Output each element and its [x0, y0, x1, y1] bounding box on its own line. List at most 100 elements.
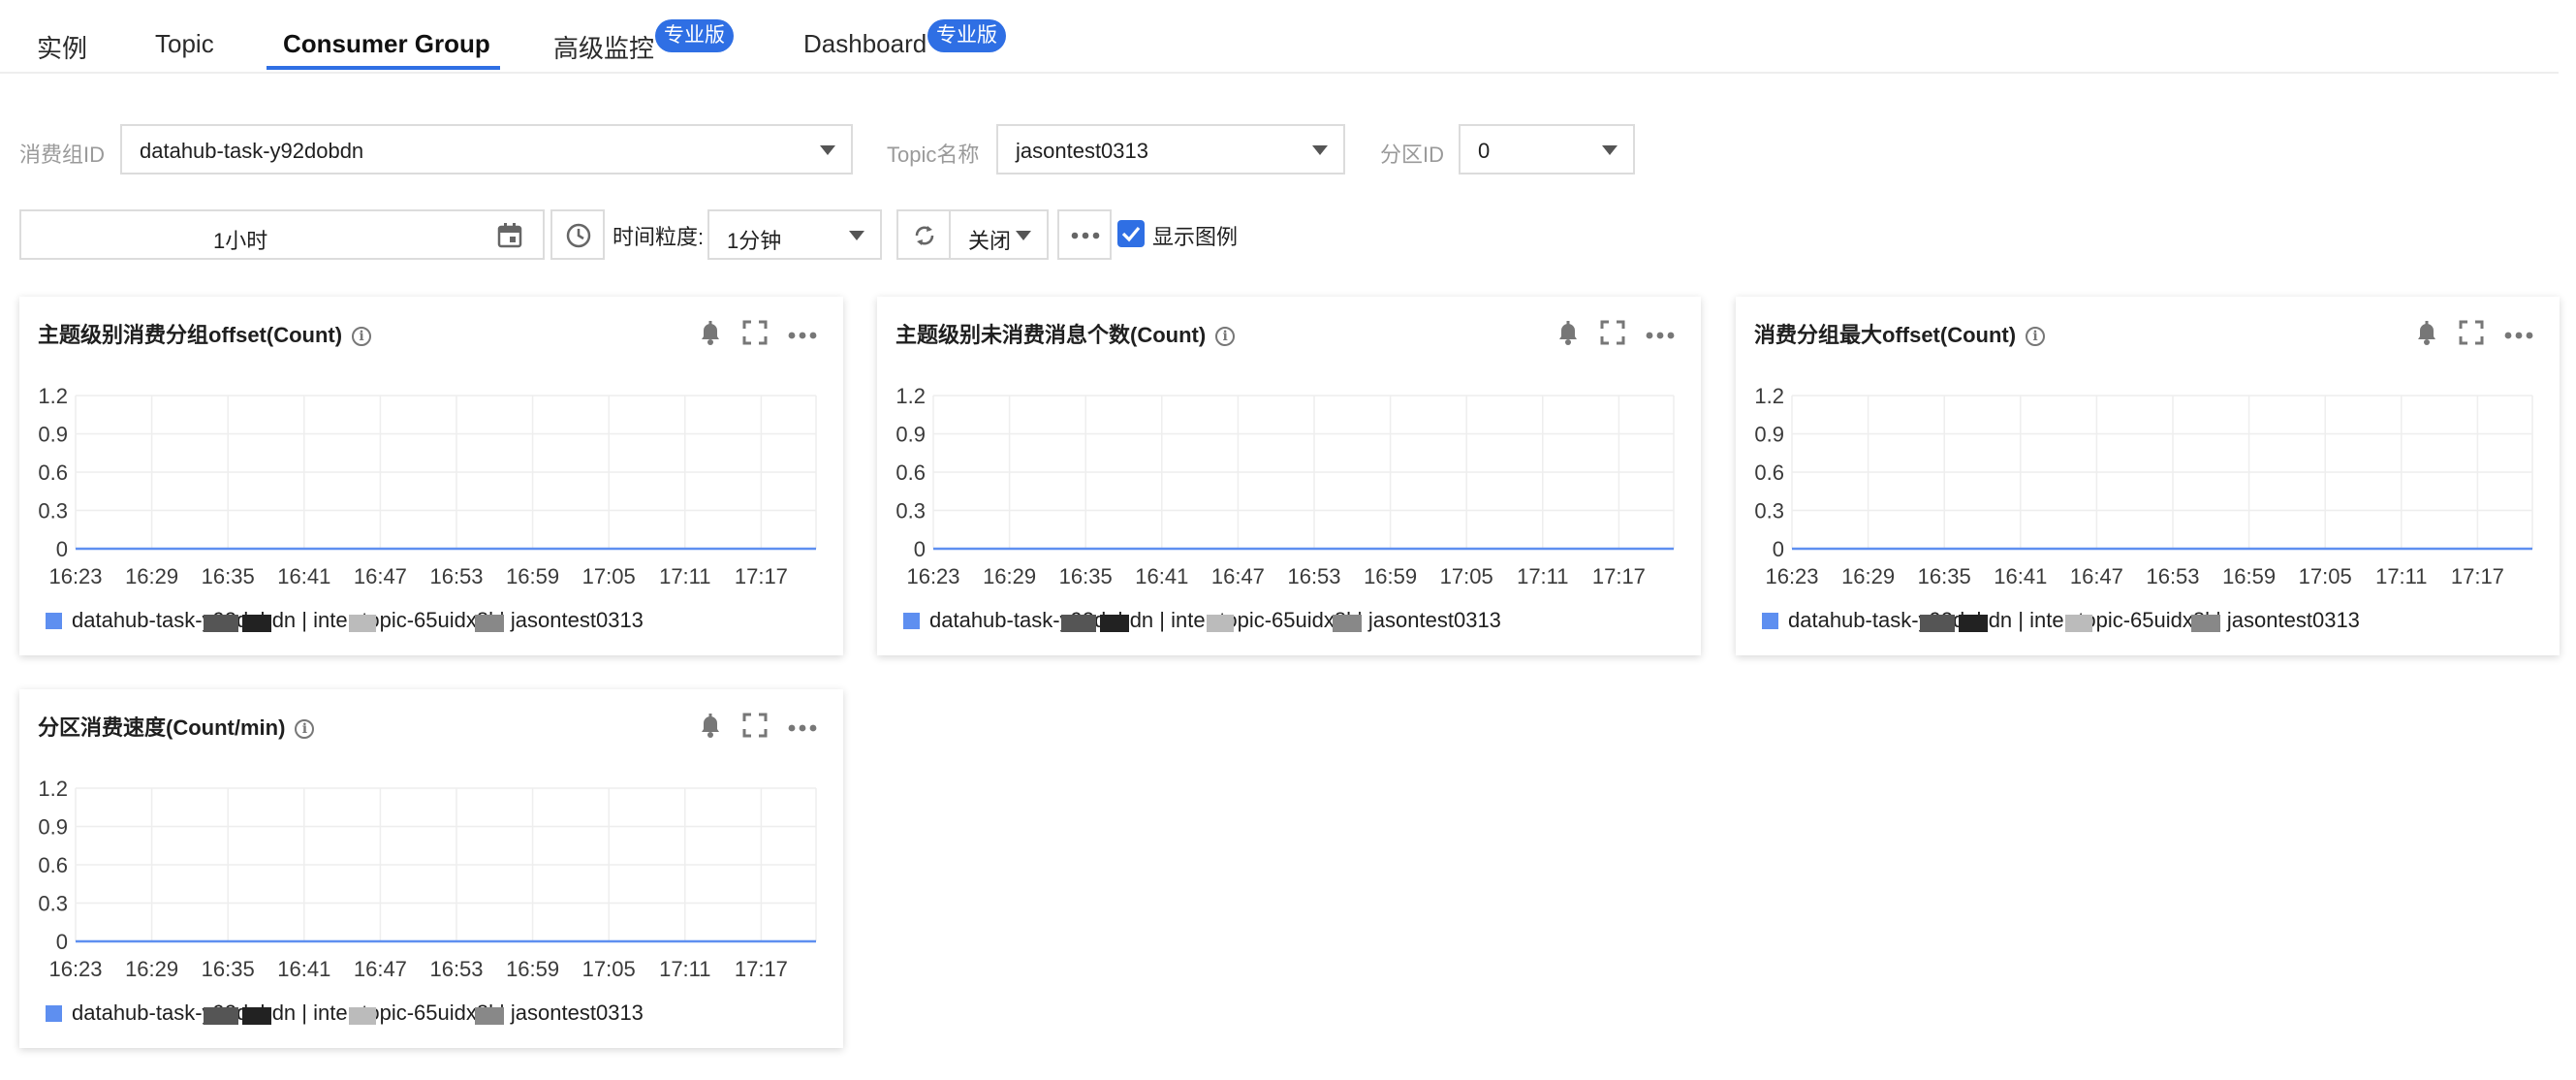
tab-dashboard[interactable]: Dashboard [803, 29, 927, 72]
line-chart: 0 0.3 0.6 0.9 1.2 16:23 16:29 16:35 16:41 16:47 16… [895, 384, 1675, 588]
panel-more-button[interactable] [2504, 328, 2533, 345]
time-range-picker[interactable]: 1小时 [19, 209, 545, 260]
group-id-select[interactable]: datahub-task-y92dobdn [120, 124, 853, 175]
y-tick-label: 0.9 [38, 423, 68, 447]
tab-instance[interactable]: 实例 [37, 29, 87, 72]
x-tick-label: 16:23 [48, 957, 102, 981]
y-tick-label: 0.3 [895, 499, 926, 524]
fullscreen-button[interactable] [1600, 320, 1625, 350]
bell-icon [702, 714, 719, 738]
chart-panel-unconsumed-messages: 主题级别未消费消息个数(Count) i 0 0.3 0.6 0.9 1.2 16:23 16:… [877, 297, 1701, 655]
granularity-select[interactable]: 1分钟 [707, 209, 882, 260]
redaction-block [349, 615, 376, 632]
redaction-block [2191, 615, 2220, 632]
y-tick-label: 0 [914, 537, 926, 561]
x-tick-label: 17:11 [659, 957, 710, 981]
more-icon [788, 332, 817, 339]
redaction-block [1100, 615, 1129, 632]
chart-legend[interactable]: datahub-task-y92dobdn | inter-topic-65ui… [46, 607, 821, 636]
x-tick-label: 17:17 [735, 957, 788, 981]
y-tick-label: 0 [56, 537, 68, 561]
chart-legend[interactable]: datahub-task-y92dobdn | inter-topic-65ui… [903, 607, 1679, 636]
clock-icon [566, 223, 591, 248]
fullscreen-button[interactable] [742, 713, 768, 743]
panel-more-button[interactable] [788, 328, 817, 345]
panel-title: 主题级别消费分组offset(Count) i [38, 318, 372, 349]
refresh-icon [915, 226, 934, 245]
redaction-block [204, 615, 238, 632]
panel-more-button[interactable] [1646, 328, 1675, 345]
more-options-button[interactable] [1057, 209, 1112, 260]
partition-id-select[interactable]: 0 [1459, 124, 1635, 175]
tab-advanced-monitoring[interactable]: 高级监控 [553, 29, 654, 72]
y-tick-label: 1.2 [38, 777, 68, 801]
legend-swatch [46, 612, 62, 629]
y-tick-label: 0 [1773, 537, 1784, 561]
panel-title-text: 消费分组最大offset(Count) [1754, 323, 2017, 347]
info-icon[interactable]: i [2026, 327, 2046, 347]
y-tick-label: 0.9 [38, 815, 68, 840]
bell-icon [702, 321, 719, 345]
redaction-block [242, 1007, 271, 1025]
time-range-value: 1小时 [213, 229, 268, 253]
x-tick-label: 16:53 [429, 957, 483, 981]
fullscreen-button[interactable] [2459, 320, 2484, 350]
y-tick-label: 0.3 [1754, 499, 1784, 524]
line-chart: 0 0.3 0.6 0.9 1.2 16:23 16:29 16:35 16:41 16:47 16… [38, 777, 817, 981]
x-tick-label: 17:17 [735, 564, 788, 588]
panel-title: 消费分组最大offset(Count) i [1754, 318, 2046, 349]
clock-button[interactable] [550, 209, 605, 260]
redaction-block [475, 1007, 504, 1025]
alarm-bell-button[interactable] [1555, 318, 1582, 352]
y-tick-label: 0.9 [1754, 423, 1784, 447]
refresh-button[interactable] [896, 209, 951, 260]
tab-topic[interactable]: Topic [155, 29, 214, 72]
auto-refresh-select[interactable]: 关闭 [949, 209, 1049, 260]
x-tick-label: 16:29 [125, 564, 178, 588]
x-tick-label: 16:35 [202, 957, 255, 981]
y-tick-label: 0.9 [895, 423, 926, 447]
fullscreen-button[interactable] [742, 320, 768, 350]
x-tick-label: 16:35 [1059, 564, 1113, 588]
topic-name-select[interactable]: jasontest0313 [996, 124, 1345, 175]
pro-badge: 专业版 [655, 19, 734, 52]
x-tick-label: 17:17 [1592, 564, 1646, 588]
alarm-bell-button[interactable] [697, 711, 724, 745]
redaction-block [1333, 615, 1362, 632]
x-tick-label: 16:53 [429, 564, 483, 588]
y-tick-label: 0.3 [38, 499, 68, 524]
chart-legend[interactable]: datahub-task-y92dobdn | inter-topic-65ui… [46, 1000, 821, 1029]
alarm-bell-button[interactable] [2413, 318, 2440, 352]
redaction-block [349, 1007, 376, 1025]
panel-title: 分区消费速度(Count/min) i [38, 711, 315, 742]
y-tick-label: 1.2 [38, 384, 68, 408]
x-tick-label: 17:11 [2375, 564, 2427, 588]
more-icon [1646, 332, 1675, 339]
legend-swatch [46, 1004, 62, 1022]
chart-legend[interactable]: datahub-task-y92dobdn | inter-topic-65ui… [1762, 607, 2537, 636]
alarm-bell-button[interactable] [697, 318, 724, 352]
show-legend-checkbox[interactable] [1117, 220, 1145, 247]
chart-panel-partition-speed: 分区消费速度(Count/min) i 0 0.3 0.6 0.9 1.2 16:23 16:2… [19, 689, 843, 1048]
x-tick-label: 16:41 [277, 564, 330, 588]
chart-panel-max-offset: 消费分组最大offset(Count) i 0 0.3 0.6 0.9 1.2 16:23 16… [1736, 297, 2560, 655]
active-tab-indicator [267, 66, 500, 70]
redaction-block [2065, 615, 2092, 632]
info-icon[interactable]: i [352, 327, 372, 347]
redaction-block [242, 615, 271, 632]
y-tick-label: 0.6 [38, 461, 68, 485]
x-tick-label: 16:47 [354, 957, 407, 981]
topic-name-label: Topic名称 [887, 143, 980, 167]
panel-more-button[interactable] [788, 720, 817, 738]
legend-swatch [903, 612, 920, 629]
show-legend-label: 显示图例 [1152, 225, 1239, 249]
fullscreen-icon [742, 320, 768, 345]
info-icon[interactable]: i [295, 719, 315, 740]
x-tick-label: 16:59 [2222, 564, 2276, 588]
x-tick-label: 16:35 [202, 564, 255, 588]
chevron-down-icon [820, 145, 835, 155]
x-tick-label: 16:47 [1211, 564, 1265, 588]
calendar-icon [497, 223, 522, 248]
info-icon[interactable]: i [1215, 327, 1236, 347]
redaction-block [475, 615, 504, 632]
